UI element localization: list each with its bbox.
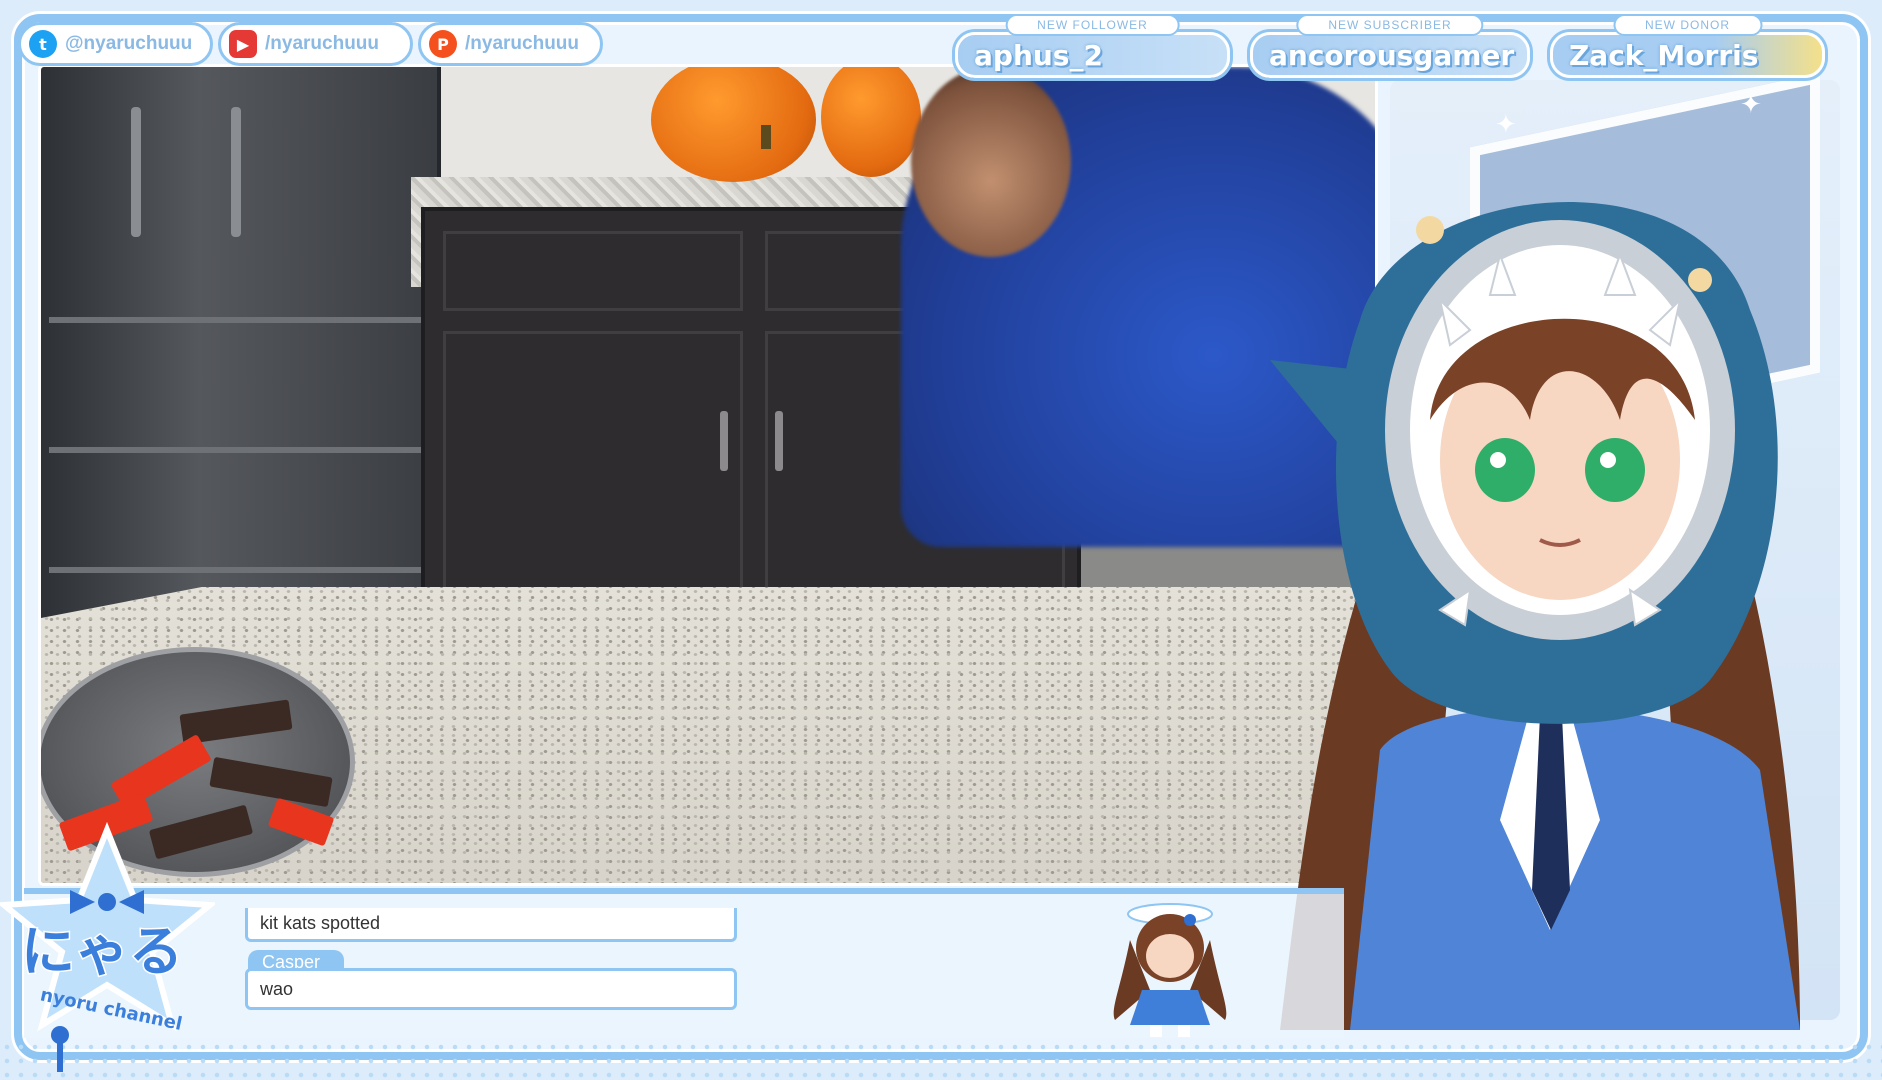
sparkle-icon: ✦: [1495, 110, 1517, 140]
avatar-eye-right: [1585, 438, 1645, 502]
logo-kana: にゃる: [21, 920, 183, 983]
pumpkin-stem: [761, 125, 771, 149]
patreon-icon: P: [429, 30, 457, 58]
chat-message-text: kit kats spotted: [260, 913, 381, 933]
sparkle-icon: ✦: [1740, 90, 1762, 120]
donor-name: Zack_Morris: [1569, 38, 1759, 72]
social-pill-twitter[interactable]: t @nyaruchuuu: [18, 22, 213, 66]
chat-message-text: wao: [260, 978, 294, 999]
alert-box: ancorousgamer: [1250, 32, 1530, 78]
patreon-handle: /nyaruchuuu: [465, 33, 580, 54]
social-pill-patreon[interactable]: P /nyaruchuuu: [418, 22, 603, 66]
chibi-character: [1113, 903, 1227, 1037]
microphone-icon: [51, 1026, 69, 1044]
avatar-eye-left: [1475, 438, 1535, 502]
twitter-handle: @nyaruchuuu: [65, 33, 193, 54]
twitter-icon: t: [29, 30, 57, 58]
alert-box: aphus_2: [955, 32, 1230, 78]
avatar-shark-fin: [1270, 360, 1360, 470]
social-pill-youtube[interactable]: ▶ /nyaruchuuu: [218, 22, 413, 66]
alert-label: NEW DONOR: [1613, 14, 1762, 36]
person-head: [911, 67, 1071, 257]
youtube-handle: /nyaruchuuu: [265, 33, 380, 54]
follower-name: aphus_2: [974, 38, 1103, 72]
subscriber-name: ancorousgamer: [1269, 38, 1515, 72]
alert-box: Zack_Morris: [1550, 32, 1825, 78]
frame-dot-pattern: [0, 1040, 1882, 1080]
alert-label: NEW SUBSCRIBER: [1296, 14, 1484, 36]
chat-message: kit kats spotted: [245, 908, 737, 942]
channel-logo: にゃる nyoru channel: [0, 821, 215, 1072]
chat-message: wao: [245, 968, 737, 1010]
alert-label: NEW FOLLOWER: [1005, 14, 1180, 36]
webcam-feed: [38, 64, 1378, 886]
refrigerator: [41, 67, 441, 667]
youtube-icon: ▶: [229, 30, 257, 58]
